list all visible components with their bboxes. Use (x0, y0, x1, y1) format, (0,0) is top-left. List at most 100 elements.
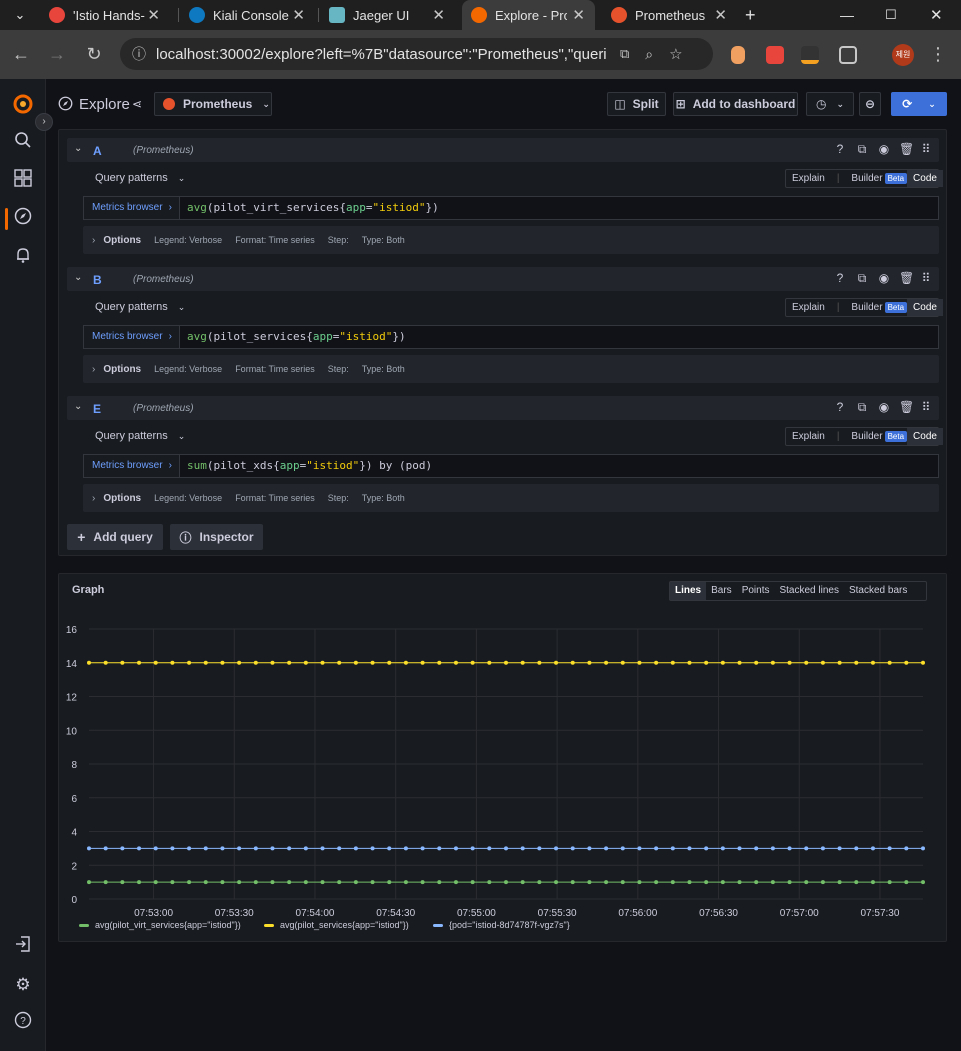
explain-toggle[interactable]: Explain (786, 299, 831, 316)
duplicate-query-icon[interactable]: ⧉ (855, 271, 869, 285)
dashboards-icon[interactable] (11, 169, 35, 193)
extension-icon[interactable] (766, 46, 784, 64)
metrics-browser-button[interactable]: Metrics browser › (83, 196, 179, 220)
query-patterns-dropdown[interactable]: Query patterns ⌄ (95, 430, 185, 442)
drag-handle-icon[interactable]: ⠿ (919, 400, 933, 414)
maximize-window-button[interactable]: ☐ (885, 0, 897, 30)
chevron-down-icon: ⌄ (177, 431, 186, 441)
time-series-chart[interactable]: 0 2 4 6 8 10 12 14 16 07:53:00 07:53:30 07:54:00 07:… (59, 574, 948, 943)
profile-avatar[interactable]: 제원 (892, 44, 914, 66)
time-picker-button[interactable]: ◷ ⌄ (806, 92, 854, 116)
sign-in-icon[interactable] (11, 935, 35, 959)
query-options-row[interactable]: › Options Legend: Verbose Format: Time seri… (83, 355, 939, 383)
query-patterns-dropdown[interactable]: Query patterns ⌄ (95, 172, 185, 184)
data-point (570, 880, 575, 885)
chevron-down-icon[interactable]: ⌄ (74, 401, 82, 412)
metrics-browser-button[interactable]: Metrics browser › (83, 454, 179, 478)
site-info-icon[interactable]: ⓘ (132, 44, 146, 64)
add-query-button[interactable]: + Add query (67, 524, 163, 550)
chevron-down-icon[interactable]: ⌄ (74, 143, 82, 154)
explain-toggle[interactable]: Explain (786, 428, 831, 445)
query-code-input[interactable]: sum(pilot_xds{app="istiod"}) by (pod) (179, 454, 939, 478)
grafana-logo-icon[interactable] (11, 93, 35, 117)
query-code-input[interactable]: avg(pilot_services{app="istiod"}) (179, 325, 939, 349)
browser-tab[interactable]: Jaeger UI ✕ (320, 0, 455, 30)
zoom-icon[interactable]: ⌕ (645, 46, 653, 63)
browser-tab[interactable]: 'Istio Hands- ✕ (40, 0, 170, 30)
code-mode-button[interactable]: Code (907, 428, 943, 445)
query-ref-id[interactable]: B (93, 273, 102, 287)
browser-tab[interactable]: Prometheus ✕ (602, 0, 737, 30)
builder-mode-button[interactable]: Builder (845, 170, 888, 187)
duplicate-query-icon[interactable]: ⧉ (855, 142, 869, 156)
chevron-down-icon[interactable]: ⌄ (74, 272, 82, 283)
help-icon[interactable]: ? (833, 142, 847, 156)
drag-handle-icon[interactable]: ⠿ (919, 271, 933, 285)
data-point (170, 846, 175, 851)
extensions-puzzle-icon[interactable] (839, 46, 857, 64)
query-header[interactable]: ⌄ A (Prometheus)? ⧉ ◉ 🗑 ⠿ (67, 138, 939, 162)
legend-item[interactable]: {pod="istiod-8d74787f-vgz7s"} (433, 920, 570, 930)
help-icon[interactable]: ? (833, 400, 847, 414)
bookmark-star-icon[interactable]: ☆ (669, 45, 682, 63)
legend-item[interactable]: avg(pilot_services{app="istiod"}) (264, 920, 409, 930)
close-tab-icon[interactable]: ✕ (292, 6, 305, 24)
builder-mode-button[interactable]: Builder (845, 428, 888, 445)
query-ref-id[interactable]: E (93, 402, 101, 416)
drag-handle-icon[interactable]: ⠿ (919, 142, 933, 156)
data-point (137, 846, 142, 851)
translate-icon[interactable]: ⧉ (620, 46, 629, 62)
close-tab-icon[interactable]: ✕ (147, 6, 160, 24)
alerting-bell-icon[interactable] (11, 246, 35, 270)
extension-icon[interactable] (801, 46, 819, 64)
settings-gear-icon[interactable]: ⚙ (11, 973, 35, 997)
code-mode-button[interactable]: Code (907, 299, 943, 316)
browser-menu-icon[interactable]: ⋮ (926, 42, 950, 66)
hide-query-eye-icon[interactable]: ◉ (877, 271, 891, 285)
search-icon[interactable] (11, 131, 35, 155)
explore-compass-icon[interactable] (11, 207, 35, 231)
duplicate-query-icon[interactable]: ⧉ (855, 400, 869, 414)
close-tab-icon[interactable]: ✕ (432, 6, 445, 24)
delete-query-icon[interactable]: 🗑 (899, 142, 914, 156)
datasource-picker[interactable]: Prometheus ⌄ (154, 92, 272, 116)
query-header[interactable]: ⌄ B (Prometheus)? ⧉ ◉ 🗑 ⠿ (67, 267, 939, 291)
metrics-browser-button[interactable]: Metrics browser › (83, 325, 179, 349)
run-query-button[interactable]: ⟳ ⌄ (891, 92, 947, 116)
help-icon[interactable]: ? (11, 1011, 35, 1035)
query-ref-id[interactable]: A (93, 144, 102, 158)
new-tab-button[interactable]: + (745, 0, 765, 30)
builder-mode-button[interactable]: Builder (845, 299, 888, 316)
close-tab-icon[interactable]: ✕ (572, 6, 585, 24)
close-tab-icon[interactable]: ✕ (714, 6, 727, 24)
reload-button[interactable]: ↻ (82, 42, 106, 66)
code-mode-button[interactable]: Code (907, 170, 943, 187)
query-options-row[interactable]: › Options Legend: Verbose Format: Time seri… (83, 226, 939, 254)
explain-toggle[interactable]: Explain (786, 170, 831, 187)
query-inspector-button[interactable]: ⓘ Inspector (170, 524, 263, 550)
hide-query-eye-icon[interactable]: ◉ (877, 142, 891, 156)
browser-tab[interactable]: Kiali Console ✕ (180, 0, 315, 30)
extension-icon[interactable] (731, 46, 745, 64)
minimize-window-button[interactable]: — (840, 0, 854, 30)
hide-query-eye-icon[interactable]: ◉ (877, 400, 891, 414)
query-options-row[interactable]: › Options Legend: Verbose Format: Time seri… (83, 484, 939, 512)
expand-sidebar-button[interactable]: › (35, 113, 53, 131)
split-button[interactable]: ◫ Split (607, 92, 666, 116)
url-bar[interactable]: ⓘ localhost:30002/explore?left=%7B"datas… (120, 38, 713, 70)
browser-tab-active[interactable]: Explore - Pro ✕ (462, 0, 595, 30)
zoom-out-button[interactable]: ⊖ (859, 92, 881, 116)
forward-button[interactable]: → (45, 42, 69, 66)
query-code-input[interactable]: avg(pilot_virt_services{app="istiod"}) (179, 196, 939, 220)
tab-search-button[interactable]: ⌄ (8, 0, 32, 30)
add-to-dashboard-button[interactable]: ⊞ Add to dashboard (673, 92, 798, 116)
legend-item[interactable]: avg(pilot_virt_services{app="istiod"}) (79, 920, 241, 930)
share-icon[interactable]: ⋖ (132, 97, 142, 111)
query-patterns-dropdown[interactable]: Query patterns ⌄ (95, 301, 185, 313)
close-window-button[interactable]: ✕ (930, 0, 943, 30)
back-button[interactable]: ← (9, 42, 33, 66)
delete-query-icon[interactable]: 🗑 (899, 271, 914, 285)
delete-query-icon[interactable]: 🗑 (899, 400, 914, 414)
query-header[interactable]: ⌄ E (Prometheus)? ⧉ ◉ 🗑 ⠿ (67, 396, 939, 420)
help-icon[interactable]: ? (833, 271, 847, 285)
